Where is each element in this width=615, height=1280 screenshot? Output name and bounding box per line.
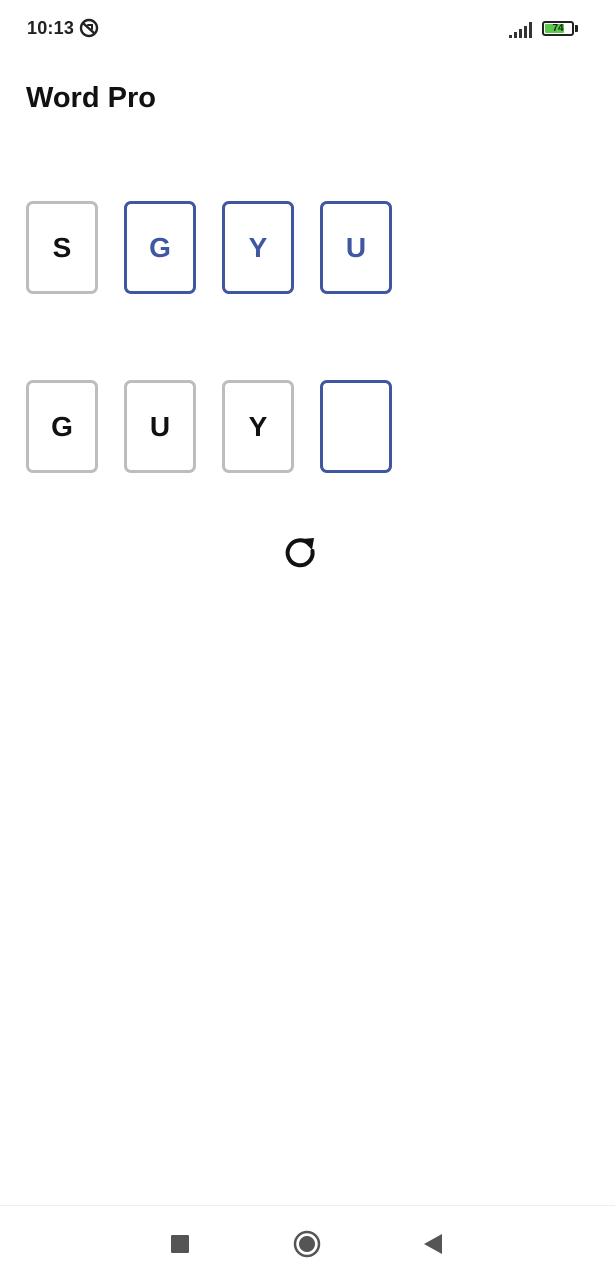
nav-home-button[interactable] [277, 1206, 337, 1280]
battery-tip [575, 25, 578, 32]
answer-tile[interactable]: U [124, 380, 196, 473]
status-bar: 10:13 74 [0, 0, 615, 60]
notification-app-icon [79, 18, 99, 38]
source-tile[interactable]: Y [222, 201, 294, 294]
signal-icon [509, 22, 532, 38]
source-tile[interactable]: S [26, 201, 98, 294]
source-tile[interactable]: U [320, 201, 392, 294]
refresh-button[interactable] [278, 528, 322, 572]
nav-back-button[interactable] [403, 1206, 463, 1280]
circle-icon [293, 1230, 321, 1257]
square-icon [171, 1234, 189, 1253]
source-tile[interactable]: G [124, 201, 196, 294]
battery-icon: 74 [542, 21, 574, 36]
nav-recents-button[interactable] [150, 1206, 210, 1280]
triangle-back-icon [424, 1233, 442, 1254]
navigation-bar [0, 1205, 615, 1280]
page-title: Word Pro [26, 82, 156, 114]
answer-tile[interactable]: G [26, 380, 98, 473]
answer-tile[interactable]: Y [222, 380, 294, 473]
refresh-icon [285, 538, 315, 568]
answer-tile[interactable] [320, 380, 392, 473]
battery-level: 74 [552, 23, 564, 34]
status-time: 10:13 [27, 18, 75, 38]
